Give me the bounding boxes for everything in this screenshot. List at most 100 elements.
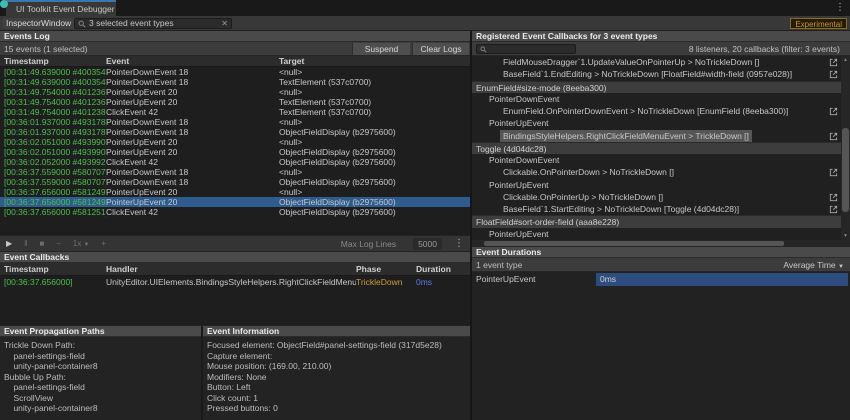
open-source-icon[interactable] xyxy=(829,58,838,67)
event-durations-filter-bar: 1 event type Average Time ▼ xyxy=(472,258,850,272)
event-log-row[interactable]: [00:36:02.051000 #493990]PointerUpEvent … xyxy=(0,147,470,157)
open-source-icon[interactable] xyxy=(829,193,838,202)
event-callbacks-empty-area xyxy=(0,288,470,325)
open-source-icon[interactable] xyxy=(829,132,838,141)
info-line: Click count: 1 xyxy=(207,393,470,404)
experimental-badge: Experimental xyxy=(790,18,847,29)
pause-button[interactable]: ‖ xyxy=(24,239,27,248)
propagation-line: unity-panel-container8 xyxy=(4,361,201,372)
event-callback-row[interactable]: [00:36:37.656000] UnityEditor.UIElements… xyxy=(0,276,470,288)
horizontal-scrollbar[interactable] xyxy=(472,240,850,247)
scrollbar-thumb[interactable] xyxy=(484,241,784,246)
vertical-scrollbar[interactable]: ▲ ▼ xyxy=(841,56,850,240)
playback-speed-dropdown[interactable]: 1x ▼ xyxy=(73,239,90,248)
callback-row[interactable]: BaseField`1.StartEditing > NoTrickleDown… xyxy=(472,203,850,215)
event-log-row[interactable]: [00:31:49.639000 #400354]PointerDownEven… xyxy=(0,67,470,77)
duration-bar: 0ms xyxy=(596,273,848,286)
callback-row[interactable]: BaseField`1.EndEditing > NoTrickleDown [… xyxy=(472,68,850,80)
event-propagation-paths-body: Trickle Down Path: panel-settings-field … xyxy=(0,337,201,420)
suspend-button[interactable]: Suspend xyxy=(352,43,410,55)
search-icon xyxy=(480,46,487,53)
max-log-lines-input[interactable]: 5000 xyxy=(413,238,442,250)
events-count: 15 events (1 selected) xyxy=(4,44,88,54)
duration-row[interactable]: PointerUpEvent 0ms xyxy=(472,272,850,287)
event-log-row[interactable]: [00:36:01.937000 #493178]PointerDownEven… xyxy=(0,127,470,137)
event-log-row[interactable]: [00:36:37.559000 #580707]PointerDownEven… xyxy=(0,177,470,187)
event-type-row[interactable]: PointerUpEvent xyxy=(472,228,850,240)
event-log-row[interactable]: [00:31:49.754000 #401236]PointerUpEvent … xyxy=(0,97,470,107)
col-handler[interactable]: Handler xyxy=(106,263,356,275)
callback-row[interactable]: FieldMouseDragger`1.UpdateValueOnPointer… xyxy=(472,56,850,68)
element-group-row[interactable]: Toggle (4d04dc28) xyxy=(472,142,850,154)
log-options-menu-icon[interactable]: ⋮ xyxy=(454,238,464,249)
open-source-icon[interactable] xyxy=(829,70,838,79)
col-phase[interactable]: Phase xyxy=(356,263,416,275)
callbacks-search-input[interactable] xyxy=(476,44,576,54)
element-group-row[interactable]: EnumField#size-mode (8eeba300) xyxy=(472,81,850,93)
event-type-count: 1 event type xyxy=(476,260,522,270)
event-information-body: Focused element: ObjectField#panel-setti… xyxy=(203,337,470,420)
col-timestamp[interactable]: Timestamp xyxy=(0,263,106,275)
col-timestamp[interactable]: Timestamp xyxy=(0,56,106,66)
event-type-row[interactable]: PointerDownEvent xyxy=(472,154,850,166)
window-menu-icon[interactable]: ⋮ xyxy=(835,1,845,15)
event-type-filter-value: 3 selected event types xyxy=(89,19,174,28)
open-source-icon[interactable] xyxy=(829,107,838,116)
info-line: Modifiers: None xyxy=(207,372,470,383)
event-log-row[interactable]: [00:31:49.754000 #401238]ClickEvent 42Te… xyxy=(0,107,470,117)
event-log-row[interactable]: [00:36:02.051000 #493990]PointerUpEvent … xyxy=(0,137,470,147)
event-log-row[interactable]: [00:36:37.559000 #580707]PointerDownEven… xyxy=(0,167,470,177)
event-type-row[interactable]: PointerDownEvent xyxy=(472,93,850,105)
search-icon xyxy=(78,20,86,28)
info-line: Button: Left xyxy=(207,382,470,393)
speed-decrease-button[interactable]: – xyxy=(56,239,60,248)
stop-button[interactable]: ■ xyxy=(39,239,44,248)
clear-logs-button[interactable]: Clear Logs xyxy=(412,43,469,55)
registered-callbacks-tree: FieldMouseDragger`1.UpdateValueOnPointer… xyxy=(472,56,850,240)
events-log-header: Events Log xyxy=(0,31,470,42)
callback-row[interactable]: EnumField.OnPointerDownEvent > NoTrickle… xyxy=(472,105,850,117)
events-log-status-bar: 15 events (1 selected) Suspend Clear Log… xyxy=(0,42,470,56)
element-group-row[interactable]: FloatField#sort-order-field (aaa8e228) xyxy=(472,215,850,227)
col-target[interactable]: Target xyxy=(279,56,470,66)
play-button[interactable]: ▶ xyxy=(6,239,12,248)
open-source-icon[interactable] xyxy=(829,168,838,177)
event-log-row[interactable]: [00:36:01.937000 #493178]PointerDownEven… xyxy=(0,117,470,127)
event-log-row[interactable]: [00:36:37.656000 #581249]PointerUpEvent … xyxy=(0,187,470,197)
event-log-row[interactable]: [00:36:37.656000 #581251]ClickEvent 42Ob… xyxy=(0,207,470,217)
panel-picker-label: InspectorWindow xyxy=(6,18,71,28)
col-duration[interactable]: Duration xyxy=(416,263,470,275)
callback-row[interactable]: Clickable.OnPointerUp > NoTrickleDown [] xyxy=(472,191,850,203)
durations-empty-area xyxy=(472,287,850,420)
propagation-line: Bubble Up Path: xyxy=(4,372,201,383)
speed-increase-button[interactable]: + xyxy=(101,239,106,248)
debugger-toolbar: InspectorWindow▼ 3 selected event types … xyxy=(0,16,850,31)
propagation-line: panel-settings-field xyxy=(4,351,201,362)
scroll-up-icon[interactable]: ▲ xyxy=(842,57,849,63)
event-callbacks-column-headers: Timestamp Handler Phase Duration xyxy=(0,263,470,276)
event-type-filter-input[interactable]: 3 selected event types ✕ xyxy=(74,18,232,29)
callback-row-selected[interactable]: BindingsStyleHelpers.RightClickFieldMenu… xyxy=(472,130,850,142)
propagation-line: unity-panel-container8 xyxy=(4,403,201,414)
events-log-table: [00:31:49.639000 #400354]PointerDownEven… xyxy=(0,67,470,235)
event-type-row[interactable]: PointerUpEvent xyxy=(472,179,850,191)
panel-picker-dropdown[interactable]: InspectorWindow▼ xyxy=(2,18,84,29)
event-log-row[interactable]: [00:31:49.639000 #400354]PointerDownEven… xyxy=(0,77,470,87)
col-event[interactable]: Event xyxy=(106,56,279,66)
info-line: Capture element: xyxy=(207,351,470,362)
window-status-dot-icon xyxy=(0,0,8,8)
callback-row[interactable]: Clickable.OnPointerDown > NoTrickleDown … xyxy=(472,166,850,178)
open-source-icon[interactable] xyxy=(829,205,838,214)
event-log-row[interactable]: [00:31:49.754000 #401236]PointerUpEvent … xyxy=(0,87,470,97)
info-line: Mouse position: (169.00, 210.00) xyxy=(207,361,470,372)
event-log-row[interactable]: [00:36:02.052000 #493992]ClickEvent 42Ob… xyxy=(0,157,470,167)
event-log-row-selected[interactable]: [00:36:37.656000 #581249]PointerUpEvent … xyxy=(0,197,470,207)
scrollbar-thumb[interactable] xyxy=(842,128,849,212)
event-propagation-paths-header: Event Propagation Paths xyxy=(0,326,201,337)
tab-ui-toolkit-event-debugger[interactable]: UI Toolkit Event Debugger xyxy=(6,0,116,16)
event-type-row[interactable]: PointerUpEvent xyxy=(472,117,850,129)
registered-callbacks-filter-bar: 8 listeners, 20 callbacks (filter: 3 eve… xyxy=(472,42,850,56)
clear-search-icon[interactable]: ✕ xyxy=(221,19,228,28)
event-debugger-window: UI Toolkit Event Debugger ⋮ InspectorWin… xyxy=(0,0,850,420)
scroll-down-icon[interactable]: ▼ xyxy=(842,233,849,239)
